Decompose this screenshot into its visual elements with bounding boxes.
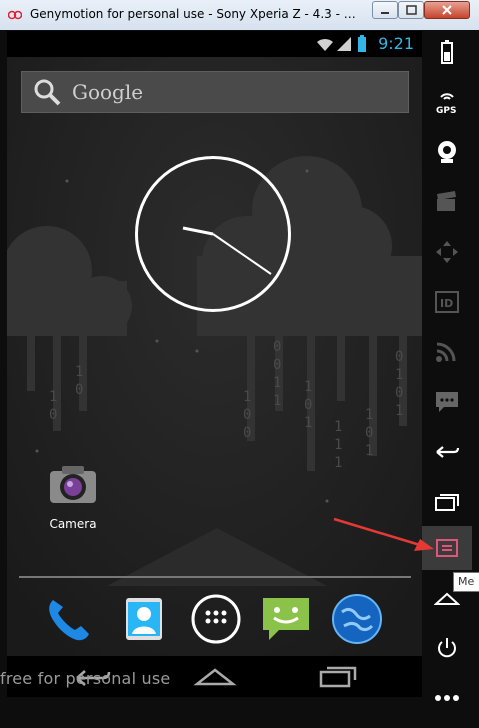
svg-text:1: 1 <box>75 364 83 380</box>
svg-text:1: 1 <box>304 415 312 431</box>
messaging-icon <box>263 598 309 640</box>
power-icon <box>438 638 456 658</box>
camera-app[interactable]: Camera <box>43 463 103 531</box>
svg-text:0: 0 <box>395 385 403 401</box>
home-nav-button[interactable] <box>193 662 237 692</box>
close-button[interactable] <box>424 1 470 19</box>
svg-text:1: 1 <box>395 367 403 383</box>
gps-icon: GPS <box>436 93 456 115</box>
svg-text:1: 1 <box>365 407 373 423</box>
menu-icon <box>436 539 458 557</box>
svg-text:0: 0 <box>49 407 57 423</box>
svg-text:0: 0 <box>273 339 281 355</box>
sms-button[interactable] <box>422 380 472 424</box>
svg-text:0: 0 <box>243 407 251 423</box>
search-icon <box>34 79 61 106</box>
dpad-icon <box>436 241 458 263</box>
svg-text:1: 1 <box>304 379 312 395</box>
status-bar: 9:21 <box>7 31 422 57</box>
window-title: Genymotion for personal use - Sony Xperi… <box>30 7 360 21</box>
capture-button[interactable] <box>422 180 472 224</box>
svg-text:GPS: GPS <box>436 106 456 115</box>
maximize-icon <box>406 5 417 15</box>
recent-apps-nav-button[interactable] <box>315 662 359 692</box>
genymotion-toolbar: GPS ID <box>422 30 479 728</box>
network-button[interactable] <box>422 330 472 374</box>
sms-icon <box>436 392 458 412</box>
camera-label: Camera <box>49 517 97 531</box>
capture-icon <box>437 191 456 211</box>
close-icon <box>442 5 452 15</box>
device-id-button[interactable]: ID <box>422 280 472 324</box>
maximize-button[interactable] <box>398 1 424 19</box>
svg-text:1: 1 <box>273 393 281 409</box>
window-titlebar: Genymotion for personal use - Sony Xperi… <box>0 0 479 31</box>
signal-icon <box>337 37 351 51</box>
rss-icon <box>436 342 456 362</box>
recent-apps-icon <box>435 494 459 511</box>
svg-text:1: 1 <box>365 443 373 459</box>
gps-button[interactable]: GPS <box>422 80 472 124</box>
svg-text:1: 1 <box>334 419 342 435</box>
svg-text:0: 0 <box>243 425 251 441</box>
power-button[interactable] <box>422 626 472 670</box>
status-time: 9:21 <box>378 34 414 53</box>
battery-status-icon <box>358 35 366 52</box>
people-icon <box>126 598 162 640</box>
phone-icon <box>49 600 89 641</box>
people-app[interactable] <box>118 592 172 646</box>
svg-text:ID: ID <box>440 297 453 310</box>
more-icon <box>435 695 459 701</box>
android-screen: 1 0 0 0 0 1 1 1 0 1 1 1 1 1 0 1 0 1 0 1 1 0 1 0 9:21 Goog… <box>7 31 422 697</box>
id-icon: ID <box>435 291 459 313</box>
minimize-icon <box>381 12 389 14</box>
webcam-icon <box>438 141 456 163</box>
svg-text:1: 1 <box>49 389 57 405</box>
svg-text:0: 0 <box>273 357 281 373</box>
svg-text:1: 1 <box>395 403 403 419</box>
annotation-arrow <box>333 517 434 551</box>
battery-icon <box>441 40 453 64</box>
messaging-app[interactable] <box>259 592 313 646</box>
more-button[interactable] <box>422 676 472 720</box>
back-button[interactable] <box>422 430 472 474</box>
app-drawer-button[interactable] <box>189 592 243 646</box>
back-icon <box>436 446 460 458</box>
clock-hands <box>182 226 272 275</box>
wifi-icon <box>317 38 333 51</box>
menu-tooltip: Me <box>453 572 479 592</box>
battery-button[interactable] <box>422 30 472 74</box>
camera-icon <box>50 466 96 503</box>
dock-divider <box>19 576 411 578</box>
genymotion-app-icon <box>8 10 22 20</box>
browser-icon <box>332 594 382 644</box>
svg-text:1: 1 <box>243 389 251 405</box>
google-search-bar[interactable]: Google <box>21 71 409 113</box>
svg-text:1: 1 <box>273 375 281 391</box>
minimize-button[interactable] <box>372 1 398 19</box>
svg-text:0: 0 <box>75 382 83 398</box>
dpad-button[interactable] <box>422 230 472 274</box>
svg-text:1: 1 <box>334 455 342 471</box>
svg-text:1: 1 <box>334 437 342 453</box>
dock <box>7 586 422 656</box>
analog-clock-widget[interactable] <box>135 156 291 312</box>
webcam-button[interactable] <box>422 130 472 174</box>
svg-text:0: 0 <box>395 349 403 365</box>
phone-app[interactable] <box>41 592 95 646</box>
browser-app[interactable] <box>330 592 384 646</box>
search-label: Google <box>72 80 144 104</box>
svg-text:0: 0 <box>304 397 312 413</box>
svg-text:0: 0 <box>365 425 373 441</box>
app-drawer-icon <box>191 594 241 644</box>
watermark-text: free for personal use <box>0 669 171 688</box>
